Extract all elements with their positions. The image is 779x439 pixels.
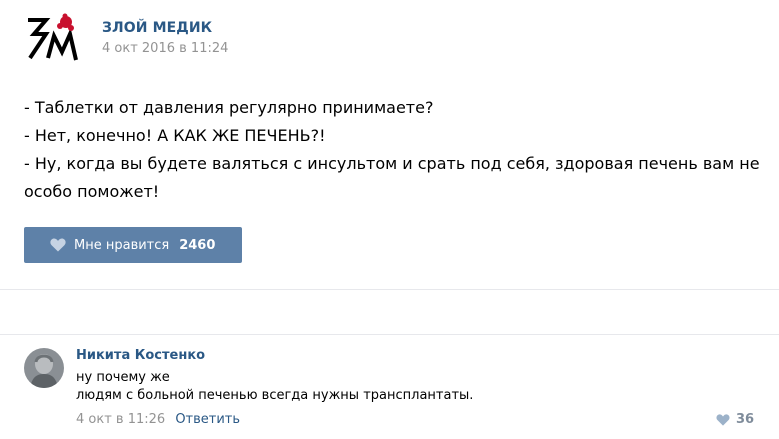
comment-text-line: ну почему же <box>76 370 170 385</box>
like-count: 2460 <box>179 237 216 253</box>
comment-text: ну почему же людям с больной печенью все… <box>76 369 473 405</box>
post-date[interactable]: 4 окт 2016 в 11:24 <box>102 41 228 56</box>
reply-link[interactable]: Ответить <box>175 412 240 427</box>
divider <box>0 289 779 290</box>
group-logo[interactable] <box>24 12 82 66</box>
like-label: Мне нравится <box>74 237 170 253</box>
comment-like-count: 36 <box>736 412 755 427</box>
comment-author-link[interactable]: Никита Костенко <box>76 348 205 363</box>
avatar[interactable] <box>24 348 64 388</box>
heart-icon <box>716 413 730 426</box>
post-text-line: особо поможет! <box>24 182 160 201</box>
post-text-line: - Ну, когда вы будете валяться с инсульт… <box>24 154 760 173</box>
divider <box>0 334 779 335</box>
comment-meta: 4 окт в 11:26 Ответить <box>76 412 240 427</box>
post-text: - Таблетки от давления регулярно принима… <box>24 94 764 206</box>
post-text-line: - Таблетки от давления регулярно принима… <box>24 98 434 117</box>
like-button[interactable]: Мне нравится 2460 <box>24 227 242 263</box>
group-name-link[interactable]: ЗЛОЙ МЕДИК <box>102 20 212 36</box>
comment-text-line: людям с больной печенью всегда нужны тра… <box>76 388 474 403</box>
comment-like-button[interactable]: 36 <box>716 412 754 427</box>
heart-icon <box>50 238 66 252</box>
post-text-line: - Нет, конечно! А КАК ЖЕ ПЕЧЕНЬ?! <box>24 126 326 145</box>
comment-date[interactable]: 4 окт в 11:26 <box>76 412 165 427</box>
